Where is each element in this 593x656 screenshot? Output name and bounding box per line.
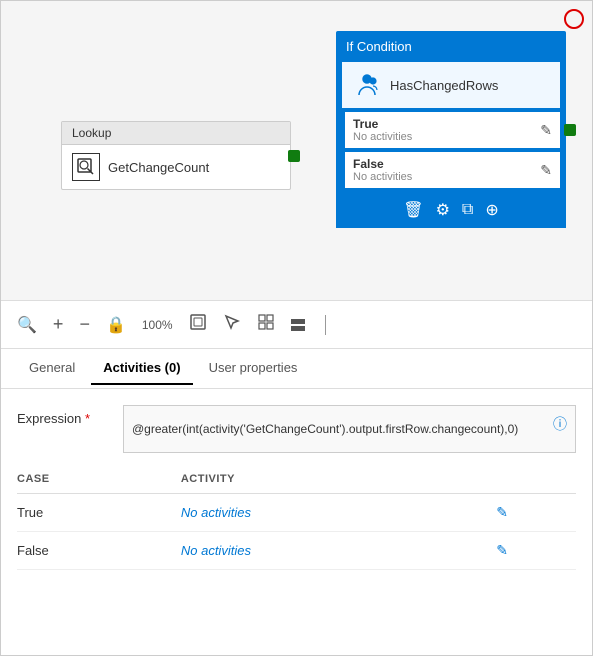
lookup-activity-name: GetChangeCount bbox=[108, 160, 209, 175]
tab-general[interactable]: General bbox=[17, 352, 87, 385]
zoom-toolbar-icon[interactable]: 100% bbox=[142, 318, 173, 332]
more-toolbar-icon[interactable] bbox=[291, 319, 305, 331]
lookup-node[interactable]: Lookup GetChangeCount bbox=[61, 121, 291, 190]
properties-tabs: General Activities (0) User properties bbox=[1, 349, 592, 389]
lookup-header: Lookup bbox=[62, 122, 290, 145]
expression-input[interactable]: @greater(int(activity('GetChangeCount').… bbox=[123, 405, 576, 453]
add-activity-icon[interactable]: ⊕ bbox=[485, 200, 498, 220]
canvas-toolbar: 🔍 + − 🔒 100% bbox=[1, 301, 592, 349]
search-toolbar-icon[interactable]: 🔍 bbox=[17, 315, 37, 335]
col-action-header bbox=[496, 469, 576, 494]
if-activity-icon bbox=[352, 70, 382, 100]
if-node-title: If Condition bbox=[346, 39, 412, 54]
case-table-row: TrueNo activities✎ bbox=[17, 494, 576, 532]
if-true-edit-icon[interactable]: ✎ bbox=[540, 122, 552, 139]
if-false-branch-info: False No activities bbox=[353, 157, 412, 183]
properties-panel: Expression * @greater(int(activity('GetC… bbox=[1, 389, 592, 586]
case-edit-icon[interactable]: ✎ bbox=[496, 542, 508, 558]
select-toolbar-icon[interactable] bbox=[223, 313, 241, 336]
if-true-branch: True No activities ✎ bbox=[342, 112, 560, 148]
expression-info-icon[interactable]: ⓘ bbox=[553, 414, 567, 434]
activity-value: No activities bbox=[181, 494, 496, 532]
case-table: CASE ACTIVITY TrueNo activities✎FalseNo … bbox=[17, 469, 576, 570]
lookup-body: GetChangeCount bbox=[62, 145, 290, 189]
case-table-header-row: CASE ACTIVITY bbox=[17, 469, 576, 494]
settings-icon[interactable]: ⚙ bbox=[436, 200, 450, 220]
expression-value: @greater(int(activity('GetChangeCount').… bbox=[132, 421, 518, 438]
lookup-output-connector[interactable] bbox=[288, 150, 300, 162]
if-node-footer: 🗑 ⚙ ⧉ ⊕ bbox=[336, 192, 566, 228]
if-true-sub: No activities bbox=[353, 131, 412, 143]
fit-toolbar-icon[interactable] bbox=[189, 313, 207, 336]
lookup-activity-icon bbox=[72, 153, 100, 181]
expression-required: * bbox=[85, 411, 90, 426]
col-activity-header: ACTIVITY bbox=[181, 469, 496, 494]
add-toolbar-icon[interactable]: + bbox=[53, 314, 64, 335]
copy-icon[interactable]: ⧉ bbox=[462, 201, 473, 219]
layout-toolbar-icon[interactable] bbox=[257, 313, 275, 336]
expression-label: Expression * bbox=[17, 405, 107, 426]
case-table-row: FalseNo activities✎ bbox=[17, 532, 576, 570]
col-case-header: CASE bbox=[17, 469, 181, 494]
if-false-label: False bbox=[353, 157, 412, 171]
minus-toolbar-icon[interactable]: − bbox=[79, 314, 90, 335]
delete-icon[interactable]: 🗑 bbox=[403, 200, 423, 220]
if-true-label: True bbox=[353, 117, 412, 131]
if-condition-node[interactable]: If Condition HasChangedRows True No acti… bbox=[336, 31, 566, 228]
case-edit-icon[interactable]: ✎ bbox=[496, 504, 508, 520]
if-false-branch: False No activities ✎ bbox=[342, 152, 560, 188]
canvas-area: Lookup GetChangeCount If Condition bbox=[1, 1, 592, 301]
tab-activities[interactable]: Activities (0) bbox=[91, 352, 192, 385]
lock-toolbar-icon[interactable]: 🔒 bbox=[106, 315, 126, 335]
if-true-branch-info: True No activities bbox=[353, 117, 412, 143]
case-value: True bbox=[17, 494, 181, 532]
toolbar-divider bbox=[325, 315, 326, 335]
expression-row: Expression * @greater(int(activity('GetC… bbox=[17, 405, 576, 453]
person-icon bbox=[353, 71, 381, 99]
corner-circle-indicator bbox=[564, 9, 584, 29]
activity-value: No activities bbox=[181, 532, 496, 570]
if-false-sub: No activities bbox=[353, 171, 412, 183]
search-zoom-icon bbox=[77, 158, 95, 176]
tab-user-properties[interactable]: User properties bbox=[197, 352, 310, 385]
if-false-edit-icon[interactable]: ✎ bbox=[540, 162, 552, 179]
lookup-header-label: Lookup bbox=[72, 126, 111, 140]
if-activity-name: HasChangedRows bbox=[390, 78, 498, 93]
if-output-connector[interactable] bbox=[564, 124, 576, 136]
if-node-body: HasChangedRows bbox=[342, 62, 560, 108]
if-node-header: If Condition bbox=[336, 31, 566, 62]
case-value: False bbox=[17, 532, 181, 570]
